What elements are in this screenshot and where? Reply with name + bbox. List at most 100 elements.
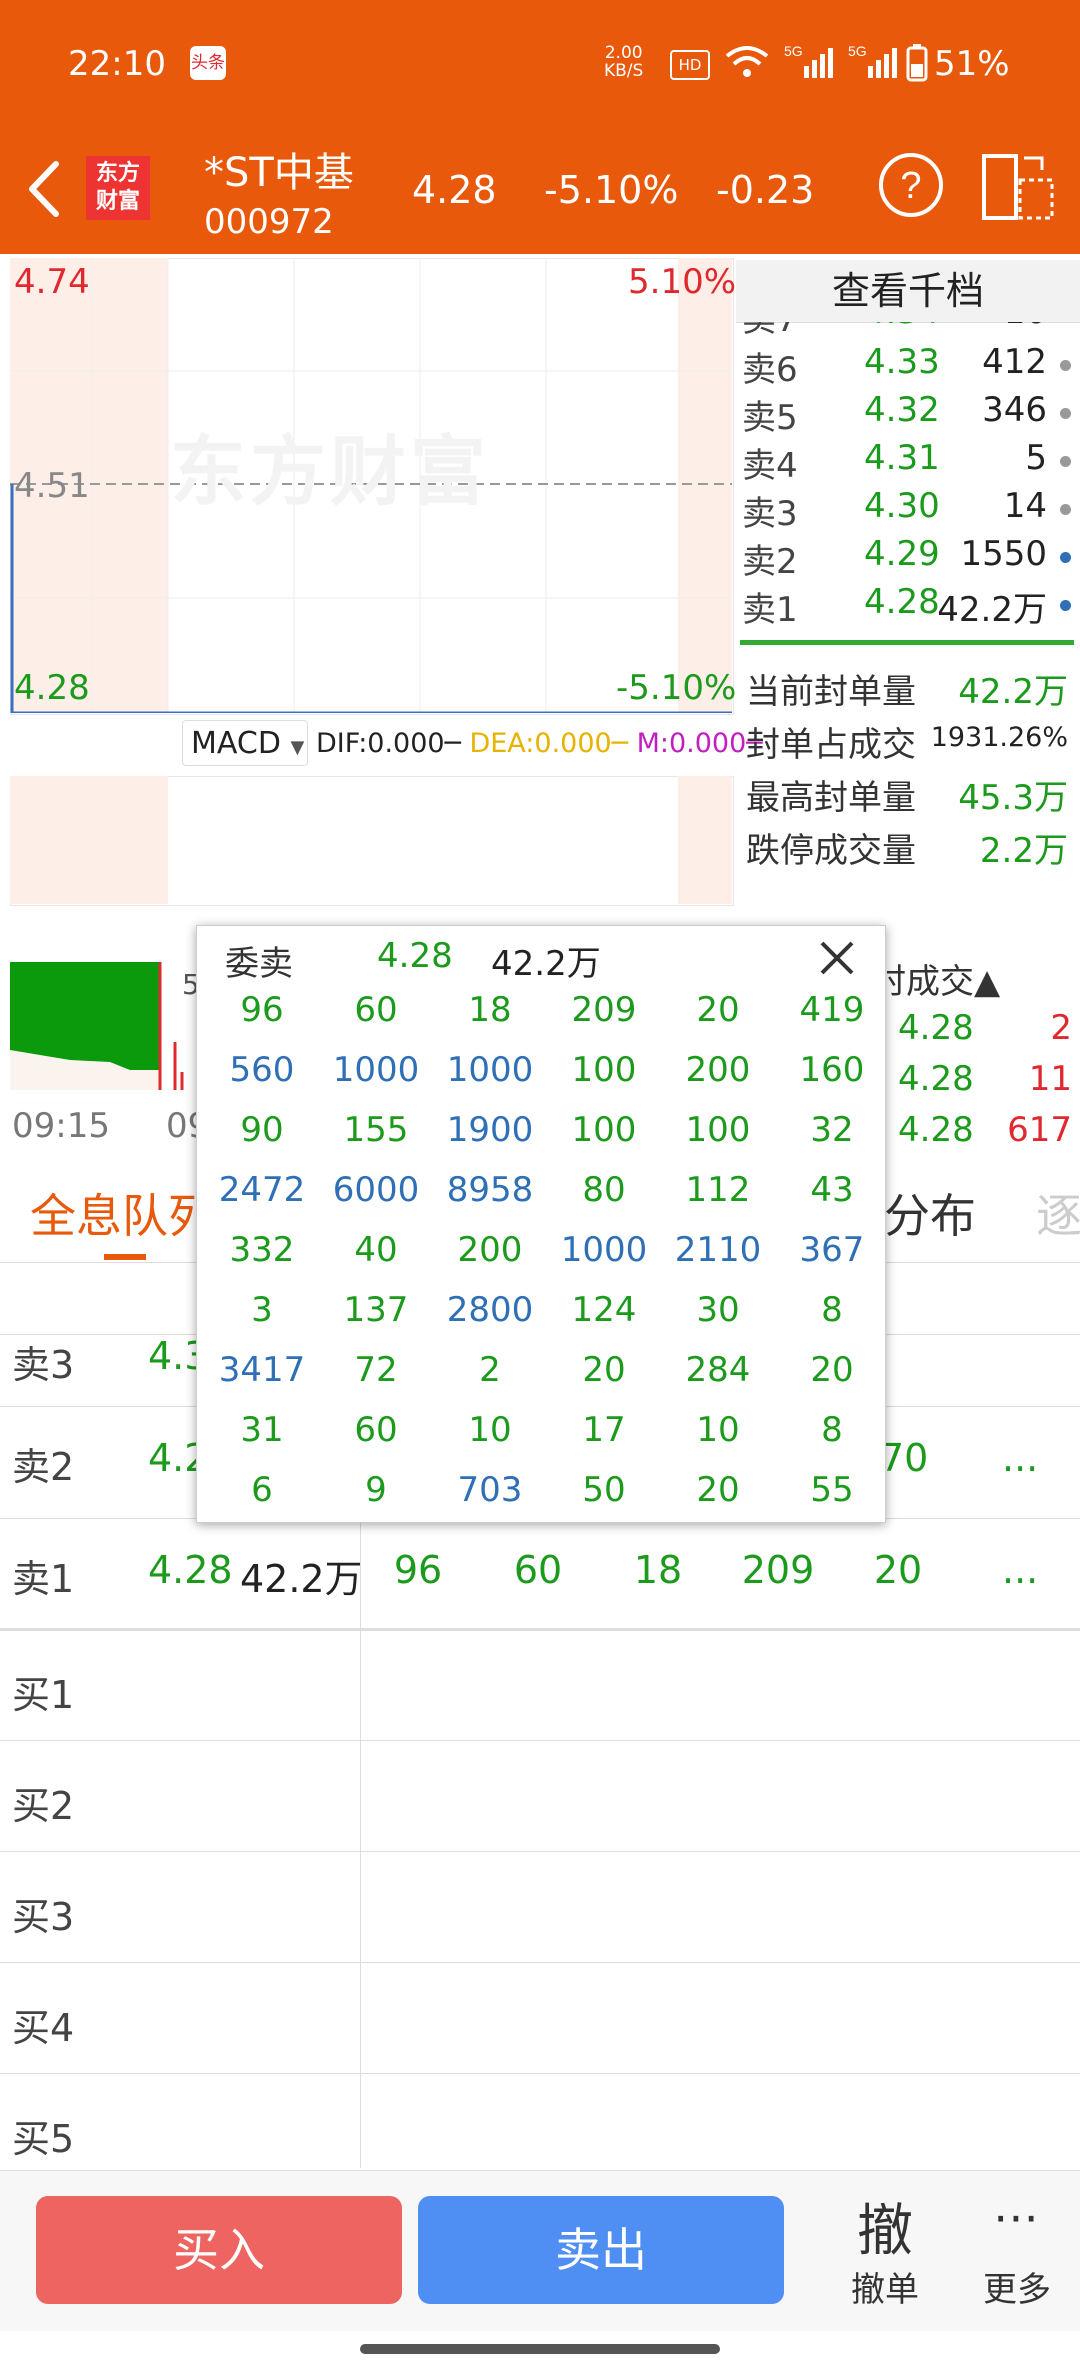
tab-tick[interactable]: 逐 (1036, 1180, 1080, 1246)
popup-cell: 31 (240, 1410, 284, 1450)
popup-cell: 50 (582, 1470, 626, 1510)
queue-row-buy[interactable]: 买4 (0, 1963, 1080, 2074)
popup-cell: 284 (685, 1350, 751, 1390)
battery-percent: 51% (934, 44, 1010, 84)
cancel-label[interactable]: 撤单 (840, 2262, 930, 2311)
popup-cell: 332 (229, 1230, 295, 1270)
stock-name[interactable]: *ST中基 (204, 140, 354, 198)
help-icon[interactable]: ? (878, 152, 944, 218)
orderbook-partial-row: 卖7 4.34 10 (740, 322, 1075, 338)
popup-cell: 60 (354, 1410, 398, 1450)
net-speed-unit: KB/S (604, 61, 644, 81)
popup-cell: 100 (571, 1050, 637, 1090)
price-high-label: 4.74 (14, 262, 90, 302)
orderbook-row[interactable]: 卖4 4.31 5 (740, 438, 1075, 486)
orderbook-row[interactable]: 卖3 4.30 14 (740, 486, 1075, 534)
signal-5g-icon-2: 5G (848, 43, 897, 78)
queue-more[interactable]: ... (1002, 1548, 1038, 1592)
popup-cell: 8 (821, 1290, 843, 1330)
queue-row-buy[interactable]: 买3 (0, 1852, 1080, 1963)
more-icon[interactable]: ⋯ (976, 2190, 1056, 2244)
orderbook-label: 卖6 (742, 350, 798, 390)
queue-volume: 42.2万 (240, 1557, 363, 1601)
orderbook-volume: 5 (1025, 438, 1047, 478)
popup-cell: 10 (696, 1410, 740, 1450)
sell-button[interactable]: 卖出 (418, 2196, 784, 2304)
popup-cell: 1000 (560, 1230, 648, 1270)
queue-label: 卖3 (12, 1343, 75, 1387)
trade-volume: 2 (1050, 1008, 1072, 1048)
home-indicator[interactable] (360, 2344, 720, 2354)
popup-cell: 160 (799, 1050, 865, 1090)
tab-queue[interactable]: 全息队列 (30, 1180, 214, 1246)
orderbook-volume: 346 (982, 390, 1047, 430)
net-speed-value: 2.00 (604, 43, 643, 63)
back-icon[interactable] (24, 160, 64, 218)
popup-price: 4.28 (377, 936, 453, 976)
macd-dif: DIF:0.000 (316, 728, 445, 759)
trade-price: 4.28 (898, 1059, 974, 1099)
rotate-screen-icon[interactable] (980, 152, 1056, 222)
popup-cell: 32 (810, 1110, 854, 1150)
popup-cell: 2800 (446, 1290, 534, 1330)
orderbook-row[interactable]: 卖5 4.32 346 (740, 390, 1075, 438)
trade-price: 4.28 (898, 1110, 974, 1150)
app-badge-icon: 头条 (190, 46, 226, 80)
popup-cell: 2472 (218, 1170, 306, 1210)
close-icon[interactable] (817, 938, 857, 978)
queue-row-buy[interactable]: 买5 (0, 2074, 1080, 2185)
tab-distribution[interactable]: 分布 (884, 1180, 976, 1246)
queue-more[interactable]: ... (1002, 1436, 1038, 1480)
popup-cell: 8 (821, 1410, 843, 1450)
stat-label: 最高封单量 (746, 778, 916, 818)
orderbook-volume: 1550 (960, 534, 1047, 574)
queue-label: 买3 (12, 1895, 75, 1939)
cancel-icon[interactable]: 撤 (850, 2186, 920, 2267)
popup-cell: 8958 (446, 1170, 534, 1210)
queue-price: 4.28 (148, 1548, 233, 1592)
popup-cell: 100 (685, 1110, 751, 1150)
popup-cell: 112 (685, 1170, 751, 1210)
header-change: -0.23 (716, 168, 815, 212)
popup-cell: 18 (468, 990, 512, 1030)
orderbook-row[interactable]: 卖2 4.29 1550 (740, 534, 1075, 582)
queue-label: 买4 (12, 2006, 75, 2050)
queue-row-buy[interactable]: 买1 (0, 1630, 1080, 1741)
queue-cell: 96 (393, 1548, 443, 1592)
popup-cell: 40 (354, 1230, 398, 1270)
popup-cell: 1000 (446, 1050, 534, 1090)
popup-cell: 20 (696, 990, 740, 1030)
app-logo[interactable]: 东方 财富 (86, 156, 150, 220)
popup-cell: 20 (696, 1470, 740, 1510)
trades-header[interactable]: 时成交▲ (872, 954, 1000, 1003)
queue-cell: 60 (513, 1548, 563, 1592)
orderbook-volume: 14 (1003, 486, 1047, 526)
popup-cell: 200 (685, 1050, 751, 1090)
price-mid-label: 4.51 (14, 466, 90, 506)
popup-cell: 1900 (446, 1110, 534, 1150)
orderbook-label: 卖4 (742, 446, 798, 486)
orderbook-volume: 42.2万 (937, 590, 1047, 630)
popup-cell: 20 (582, 1350, 626, 1390)
pct-low-label: -5.10% (616, 668, 737, 708)
popup-cell: 560 (229, 1050, 295, 1090)
orderbook-volume: 412 (982, 342, 1047, 382)
wifi-icon (725, 46, 769, 77)
more-label[interactable]: 更多 (972, 2262, 1062, 2311)
orderbook-price: 4.31 (864, 438, 940, 478)
view-depth-button[interactable]: 查看千档 (736, 260, 1080, 323)
popup-cell: 3417 (218, 1350, 306, 1390)
macd-dea: DEA:0.000 (469, 728, 612, 759)
stat-label: 当前封单量 (746, 672, 916, 712)
svg-text:?: ? (900, 165, 921, 207)
queue-dot-icon (1060, 456, 1071, 467)
orderbook-row[interactable]: 卖1 4.28 42.2万 (740, 582, 1075, 630)
queue-row-buy[interactable]: 买2 (0, 1741, 1080, 1852)
order-queue-popup[interactable]: 委卖 4.28 42.2万 96 60 18 209 20 419 560 1000 1000 1… (196, 925, 886, 1523)
orderbook-row[interactable]: 卖6 4.33 412 (740, 342, 1075, 390)
popup-cell: 124 (571, 1290, 637, 1330)
macd-selector[interactable]: MACD ▼ (182, 720, 308, 766)
time-start: 09:15 (12, 1106, 110, 1146)
buy-button[interactable]: 买入 (36, 2196, 402, 2304)
chevron-down-icon: ▼ (290, 737, 305, 758)
